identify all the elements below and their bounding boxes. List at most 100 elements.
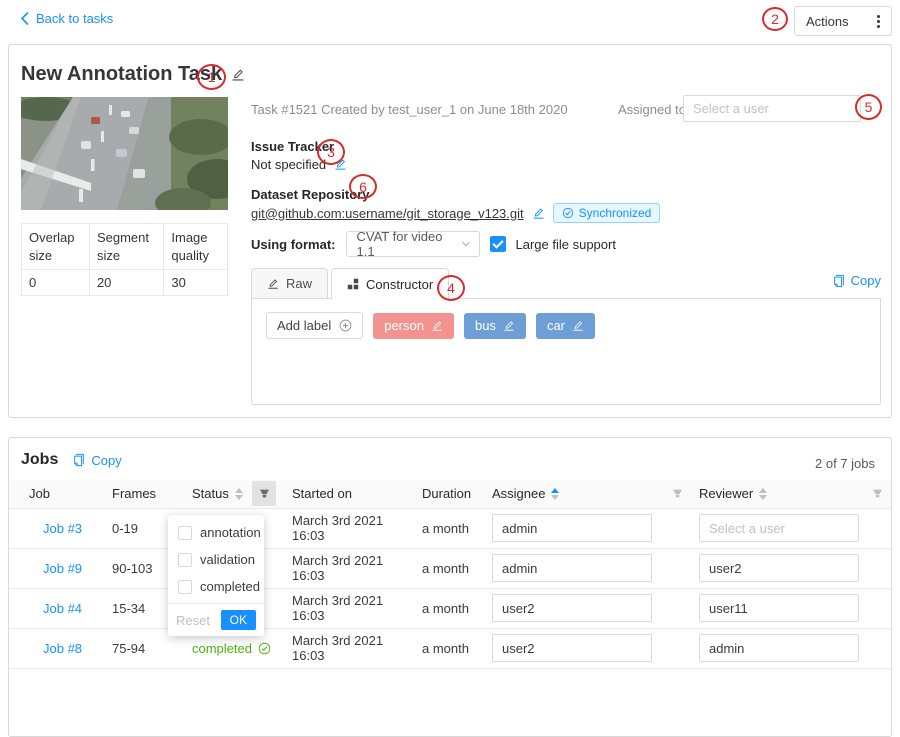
edit-repository-icon[interactable] (532, 207, 545, 220)
jobs-card: Jobs Copy 2 of 7 jobs Job Frames Status (8, 437, 892, 737)
jobs-title: Jobs (21, 451, 58, 469)
copy-icon (72, 453, 86, 467)
using-format-label: Using format: (251, 237, 336, 252)
jobs-count: 2 of 7 jobs (815, 456, 875, 471)
duration-cell: a month (414, 628, 484, 668)
assigned-to-label: Assigned to (618, 102, 686, 117)
annotation-callout-1: 1 (197, 64, 226, 90)
checkbox-icon[interactable] (178, 526, 192, 540)
tab-constructor[interactable]: Constructor (331, 268, 449, 300)
task-meta: Task #1521 Created by test_user_1 on Jun… (251, 102, 568, 117)
assignee-input[interactable] (492, 514, 652, 542)
param-value-quality: 30 (164, 270, 228, 296)
sort-icon[interactable] (759, 488, 767, 500)
filter-option-completed[interactable]: completed (168, 573, 264, 600)
label-chip-car[interactable]: car (536, 313, 595, 339)
status-completed-text: completed (192, 641, 252, 656)
assignee-filter-icon[interactable] (672, 488, 683, 499)
label-chip-bus-text: bus (475, 318, 496, 333)
check-circle-icon (562, 207, 574, 219)
annotation-callout-4: 4 (437, 275, 465, 301)
job-link[interactable]: Job #4 (43, 601, 82, 616)
labels-constructor-panel: Add label person bus car (251, 298, 881, 405)
status-header-label: Status (192, 486, 229, 501)
labels-tabbar: Raw Constructor Copy (251, 266, 881, 299)
status-filter-dropdown: annotation validation completed Reset OK (168, 515, 264, 636)
filter-option-label: validation (200, 552, 255, 567)
issue-tracker-value: Not specified (251, 157, 326, 172)
sync-badge-label: Synchronized (579, 206, 652, 220)
job-link[interactable]: Job #9 (43, 561, 82, 576)
edit-icon (267, 278, 279, 290)
actions-button[interactable]: Actions (794, 6, 892, 36)
more-icon[interactable] (877, 15, 880, 28)
table-row: Job #4 15-34 March 3rd 2021 16:03 a mont… (9, 588, 891, 628)
column-header-job: Job (9, 480, 104, 508)
started-cell: March 3rd 2021 16:03 (284, 508, 414, 548)
column-header-duration: Duration (414, 480, 484, 508)
plus-circle-icon (339, 319, 352, 332)
check-circle-icon (258, 642, 271, 655)
started-cell: March 3rd 2021 16:03 (284, 548, 414, 588)
duration-cell: a month (414, 588, 484, 628)
checkbox-icon[interactable] (178, 553, 192, 567)
duration-cell: a month (414, 548, 484, 588)
started-cell: March 3rd 2021 16:03 (284, 588, 414, 628)
copy-labels-label: Copy (851, 273, 881, 288)
copy-jobs-button[interactable]: Copy (72, 453, 121, 468)
edit-title-icon[interactable] (231, 68, 245, 82)
filter-ok-button[interactable]: OK (221, 610, 256, 630)
sort-icon[interactable] (235, 488, 243, 500)
format-select[interactable]: CVAT for video 1.1 (346, 231, 480, 257)
label-chip-person-text: person (384, 318, 424, 333)
reviewer-input[interactable] (699, 514, 859, 542)
filter-reset-button[interactable]: Reset (176, 613, 210, 628)
chevron-down-icon (461, 239, 471, 249)
assignee-header-label: Assignee (492, 486, 545, 501)
tab-raw[interactable]: Raw (251, 268, 328, 299)
back-to-tasks-link[interactable]: Back to tasks (20, 11, 113, 26)
reviewer-input[interactable] (699, 554, 859, 582)
large-file-support-label: Large file support (516, 237, 616, 252)
param-value-overlap: 0 (22, 270, 90, 296)
filter-option-label: annotation (200, 525, 261, 540)
job-link[interactable]: Job #3 (43, 521, 82, 536)
edit-label-icon[interactable] (572, 320, 584, 332)
table-row: Job #3 0-19 March 3rd 2021 16:03 a month (9, 508, 891, 548)
copy-labels-button[interactable]: Copy (832, 273, 881, 288)
assignee-input[interactable] (492, 634, 652, 662)
sort-icon[interactable] (551, 488, 559, 500)
task-assignee-select[interactable] (683, 95, 861, 122)
repository-url[interactable]: git@github.com:username/git_storage_v123… (251, 206, 524, 221)
edit-label-icon[interactable] (431, 320, 443, 332)
reviewer-input[interactable] (699, 594, 859, 622)
reviewer-input[interactable] (699, 634, 859, 662)
assignee-input[interactable] (492, 594, 652, 622)
assignee-input[interactable] (492, 554, 652, 582)
table-row: Job #8 75-94 completed March 3rd 2021 16… (9, 628, 891, 668)
status-filter-icon[interactable] (252, 481, 276, 506)
label-chip-person[interactable]: person (373, 313, 454, 339)
filter-option-validation[interactable]: validation (168, 546, 264, 573)
reviewer-header-label: Reviewer (699, 486, 753, 501)
label-chip-bus[interactable]: bus (464, 313, 526, 339)
large-file-support-checkbox[interactable] (490, 236, 506, 252)
filter-option-label: completed (200, 579, 260, 594)
param-header-quality: Image quality (164, 224, 228, 270)
filter-option-annotation[interactable]: annotation (168, 519, 264, 546)
add-label-button[interactable]: Add label (266, 312, 363, 339)
tab-raw-label: Raw (286, 276, 312, 291)
task-title-text: New Annotation Task (21, 63, 222, 86)
annotation-callout-3: 3 (317, 139, 345, 165)
duration-cell: a month (414, 508, 484, 548)
actions-label: Actions (806, 14, 849, 29)
copy-jobs-label: Copy (91, 453, 121, 468)
back-to-tasks-label: Back to tasks (36, 11, 113, 26)
edit-label-icon[interactable] (503, 320, 515, 332)
job-link[interactable]: Job #8 (43, 641, 82, 656)
started-cell: March 3rd 2021 16:03 (284, 628, 414, 668)
column-header-reviewer: Reviewer (691, 480, 891, 508)
reviewer-filter-icon[interactable] (872, 488, 883, 499)
checkbox-icon[interactable] (178, 580, 192, 594)
task-preview-image (21, 97, 228, 210)
